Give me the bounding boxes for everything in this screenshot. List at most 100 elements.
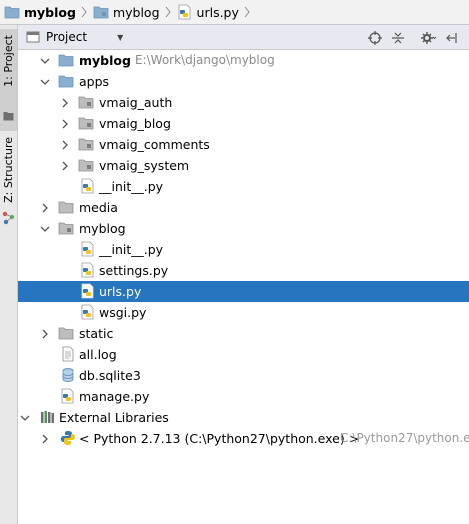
tree-item-label: apps — [79, 74, 110, 89]
project-tree[interactable]: myblog E:\Work\django\myblog apps vmaig_… — [18, 50, 469, 524]
chevron-right-icon[interactable] — [40, 203, 50, 213]
tab-structure-label: Z: Structure — [2, 137, 15, 203]
tree-item-label: myblog — [79, 221, 126, 236]
tab-project[interactable]: 1: Project — [0, 29, 17, 131]
breadcrumb-myblog-root[interactable]: myblog — [0, 0, 89, 25]
python-file-icon — [81, 283, 94, 299]
tree-item-label: static — [79, 326, 114, 341]
tree-row-apps[interactable]: apps — [18, 71, 469, 92]
chevron-right-icon — [244, 6, 250, 18]
package-icon — [78, 96, 94, 109]
chevron-down-icon[interactable] — [40, 224, 50, 234]
database-icon — [62, 368, 74, 382]
tree-item-label: __init__.py — [99, 179, 164, 194]
tree-item-label: vmaig_comments — [99, 137, 210, 152]
project-panel-header: Project ▼ — [18, 25, 469, 50]
chevron-down-icon[interactable] — [40, 56, 50, 66]
navigation-bar: myblog myblog urls.py — [0, 0, 469, 25]
panel-title: Project — [46, 30, 88, 44]
python-file-icon — [81, 241, 94, 257]
folder-icon — [58, 75, 74, 88]
python-file-icon — [81, 304, 94, 320]
python-file-icon — [81, 178, 94, 194]
tree-item-label: wsgi.py — [99, 305, 147, 320]
collapse-all-icon — [392, 32, 404, 44]
chevron-right-icon[interactable] — [60, 98, 70, 108]
chevron-down-icon[interactable] — [40, 77, 50, 87]
folder-icon — [58, 201, 74, 214]
python-logo-icon — [61, 431, 75, 445]
tree-row-root-myblog[interactable]: myblog E:\Work\django\myblog — [18, 50, 469, 71]
tree-row-vmaig-auth[interactable]: vmaig_auth — [18, 92, 469, 113]
breadcrumb-label: myblog — [24, 4, 76, 20]
chevron-right-icon — [165, 6, 171, 18]
project-view-icon — [26, 31, 40, 43]
tab-structure[interactable]: Z: Structure — [0, 133, 17, 233]
python-file-icon — [178, 4, 190, 20]
tree-row-media[interactable]: media — [18, 197, 469, 218]
tree-item-label: __init__.py — [99, 242, 164, 257]
folder-icon — [58, 54, 74, 67]
tree-row-db-sqlite3[interactable]: db.sqlite3 — [18, 365, 469, 386]
chevron-right-icon — [81, 6, 87, 18]
tree-row-settings-py[interactable]: settings.py — [18, 260, 469, 281]
chevron-right-icon[interactable] — [40, 434, 50, 444]
tree-row-manage-py[interactable]: manage.py — [18, 386, 469, 407]
tree-row-all-log[interactable]: all.log — [18, 344, 469, 365]
collapse-all-button[interactable] — [390, 30, 406, 46]
package-icon — [78, 138, 94, 151]
tree-item-label: vmaig_auth — [99, 95, 173, 110]
tree-row-urls-py[interactable]: urls.py — [18, 281, 469, 302]
tree-item-label: < Python 2.7.13 (C:\Python27\python.exe)… — [79, 431, 360, 446]
chevron-right-icon[interactable] — [60, 119, 70, 129]
chevron-right-icon[interactable] — [60, 161, 70, 171]
sdk-path: C:\Python27\python.exe — [340, 431, 469, 445]
chevron-down-icon[interactable] — [20, 413, 30, 423]
view-dropdown-chevron-icon[interactable]: ▼ — [117, 33, 123, 42]
breadcrumb-label: myblog — [112, 4, 160, 20]
tree-row-wsgi-py[interactable]: wsgi.py — [18, 302, 469, 323]
chevron-right-icon[interactable] — [60, 140, 70, 150]
tree-item-label: External Libraries — [59, 410, 169, 425]
tree-row-vmaig-comments[interactable]: vmaig_comments — [18, 134, 469, 155]
tree-item-label: all.log — [79, 347, 117, 362]
settings-button[interactable] — [420, 30, 436, 46]
tree-row-apps-init-py[interactable]: __init__.py — [18, 176, 469, 197]
package-icon — [78, 117, 94, 130]
crosshair-icon — [368, 31, 382, 45]
tree-item-label: urls.py — [99, 284, 142, 299]
structure-icon — [2, 211, 15, 225]
tree-row-vmaig-blog[interactable]: vmaig_blog — [18, 113, 469, 134]
tree-item-label: myblog — [79, 53, 131, 68]
python-file-icon — [81, 262, 94, 278]
folder-icon — [3, 112, 14, 121]
tree-item-label: db.sqlite3 — [79, 368, 141, 383]
tree-row-myblog-init-py[interactable]: __init__.py — [18, 239, 469, 260]
tree-item-label: vmaig_system — [99, 158, 190, 173]
folder-icon — [58, 327, 74, 340]
breadcrumb-urls-py[interactable]: urls.py — [173, 0, 252, 25]
tree-row-external-libraries[interactable]: External Libraries — [18, 407, 469, 428]
tree-row-python-sdk[interactable]: < Python 2.7.13 (C:\Python27\python.exe)… — [18, 428, 469, 449]
hide-icon — [446, 33, 457, 43]
tab-project-label: 1: Project — [2, 35, 15, 87]
tree-row-static[interactable]: static — [18, 323, 469, 344]
gear-icon — [420, 32, 436, 44]
breadcrumb-label: urls.py — [196, 4, 239, 20]
libraries-icon — [41, 411, 54, 423]
folder-icon — [4, 6, 20, 19]
chevron-right-icon[interactable] — [40, 329, 50, 339]
tree-item-label: settings.py — [99, 263, 169, 278]
text-file-icon — [62, 346, 74, 362]
python-file-icon — [61, 388, 74, 404]
tree-row-myblog-package[interactable]: myblog — [18, 218, 469, 239]
tree-item-label: vmaig_blog — [99, 116, 171, 131]
tree-item-label: media — [79, 200, 118, 215]
tree-item-label: manage.py — [79, 389, 150, 404]
breadcrumb-myblog[interactable]: myblog — [89, 0, 173, 25]
locate-file-button[interactable] — [367, 30, 383, 46]
root-path: E:\Work\django\myblog — [135, 53, 275, 67]
hide-panel-button[interactable] — [445, 30, 461, 46]
tree-row-vmaig-system[interactable]: vmaig_system — [18, 155, 469, 176]
folder-icon — [93, 6, 109, 19]
